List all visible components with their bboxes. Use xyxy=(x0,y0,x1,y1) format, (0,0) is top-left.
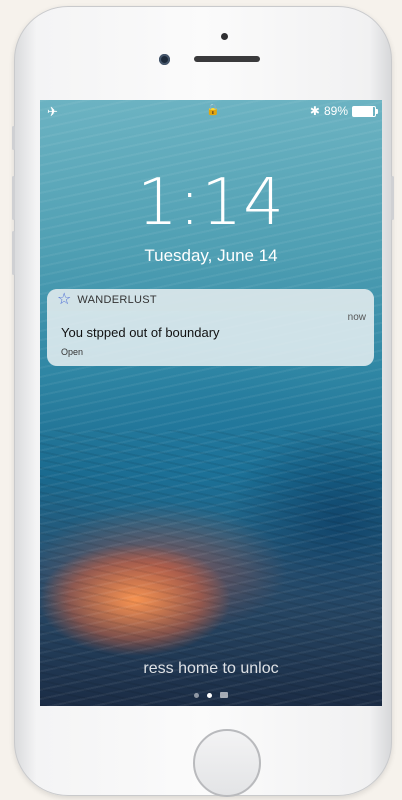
unlock-hint: ress home to unloc xyxy=(143,660,279,677)
notification-time: now xyxy=(347,312,366,323)
lock-icon: 🔒 xyxy=(206,104,220,116)
notification-open-action[interactable]: Open xyxy=(61,347,83,357)
clock-time: 1:14 xyxy=(137,166,285,240)
clock-date: Tuesday, June 14 xyxy=(144,246,278,265)
notification-card[interactable]: ☆ WANDERLUST now You stpped out of bound… xyxy=(47,289,374,366)
battery-fill xyxy=(353,106,373,116)
earpiece-speaker xyxy=(194,56,260,62)
notification-header: ☆ WANDERLUST xyxy=(47,289,374,311)
side-button-left-top xyxy=(12,126,15,150)
page-dot-current[interactable] xyxy=(207,692,212,698)
notification-app-name: WANDERLUST xyxy=(77,294,157,306)
side-button-left-low xyxy=(12,231,15,275)
front-camera-icon xyxy=(159,54,170,65)
camera-icon[interactable] xyxy=(220,692,228,698)
side-button-right xyxy=(391,176,394,220)
star-icon: ☆ xyxy=(57,291,72,308)
bluetooth-icon: ✱ xyxy=(309,104,320,118)
status-right: ✱ 89% xyxy=(309,104,378,118)
airplane-wifi-icons: ✈ ︎ xyxy=(47,104,66,119)
home-button[interactable] xyxy=(193,729,261,797)
proximity-sensor xyxy=(221,33,228,40)
battery-percent: 89% xyxy=(323,104,348,118)
battery-icon xyxy=(352,105,378,117)
notification-message: You stpped out of boundary xyxy=(61,325,220,340)
page-indicator xyxy=(194,692,228,698)
status-bar: ✈ ︎ 🔒 ✱ 89% xyxy=(40,100,382,122)
page-dot[interactable] xyxy=(194,692,199,698)
side-button-left-mid xyxy=(12,176,15,220)
lock-screen: ✈ ︎ 🔒 ✱ 89% 1:14 Tuesday, June 14 ☆ WAND… xyxy=(40,100,382,706)
